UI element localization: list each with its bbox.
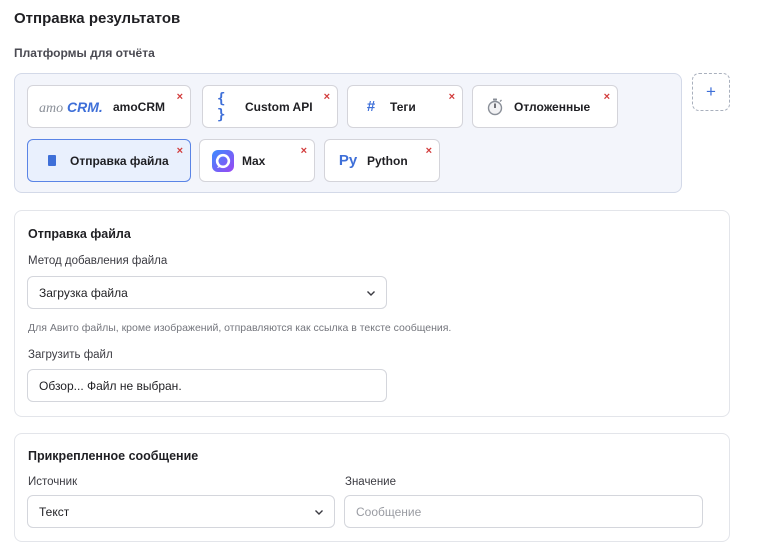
- platform-chip-label: Теги: [390, 99, 416, 114]
- file-icon: [47, 155, 57, 166]
- avito-hint: Для Авито файлы, кроме изображений, отпр…: [28, 322, 452, 334]
- remove-icon[interactable]: ×: [177, 146, 183, 157]
- platform-chip-max[interactable]: Max ×: [199, 139, 315, 182]
- method-select[interactable]: Загрузка файла: [27, 276, 387, 309]
- file-card-title: Отправка файла: [28, 227, 131, 241]
- file-upload-value: Обзор... Файл не выбран.: [39, 378, 182, 393]
- remove-icon[interactable]: ×: [324, 92, 330, 103]
- add-platform-button[interactable]: +: [692, 73, 730, 111]
- method-label: Метод добавления файла: [28, 255, 168, 267]
- platforms-container: amo CRM. amoCRM × { } Custom API × # Тег…: [14, 73, 682, 193]
- python-icon: Py: [338, 152, 358, 169]
- message-value-input[interactable]: Сообщение: [344, 495, 703, 528]
- chevron-down-icon: [314, 506, 324, 520]
- platform-chip-tags[interactable]: # Теги ×: [347, 85, 463, 128]
- message-card-title: Прикрепленное сообщение: [28, 449, 199, 463]
- platform-chip-label: Max: [242, 153, 266, 168]
- platform-chip-label: Custom API: [245, 99, 313, 114]
- message-value-placeholder: Сообщение: [356, 504, 422, 519]
- remove-icon[interactable]: ×: [426, 146, 432, 157]
- max-logo-icon: [211, 149, 235, 172]
- amocrm-logo-icon: amo CRM.: [39, 98, 107, 116]
- platform-chip-python[interactable]: Py Python ×: [324, 139, 440, 182]
- upload-label: Загрузить файл: [28, 349, 113, 361]
- remove-icon[interactable]: ×: [449, 92, 455, 103]
- source-select[interactable]: Текст: [27, 495, 335, 528]
- page-title: Отправка результатов: [14, 10, 181, 27]
- svg-text:amo: amo: [39, 101, 63, 116]
- source-label: Источник: [28, 476, 78, 488]
- stopwatch-icon: [485, 98, 505, 116]
- remove-icon[interactable]: ×: [177, 92, 183, 103]
- method-select-value: Загрузка файла: [39, 285, 128, 300]
- file-send-card: Отправка файла Метод добавления файла За…: [14, 210, 730, 417]
- remove-icon[interactable]: ×: [604, 92, 610, 103]
- value-label: Значение: [345, 476, 396, 488]
- platform-chip-custom-api[interactable]: { } Custom API ×: [202, 85, 338, 128]
- platform-chip-label: amoCRM: [113, 99, 166, 114]
- platforms-label: Платформы для отчёта: [14, 46, 155, 60]
- send-results-panel: Отправка результатов Платформы для отчёт…: [0, 0, 773, 557]
- platform-chip-label: Отложенные: [514, 99, 591, 114]
- chevron-down-icon: [366, 287, 376, 301]
- remove-icon[interactable]: ×: [301, 146, 307, 157]
- platform-chip-label: Python: [367, 153, 408, 168]
- file-upload-input[interactable]: Обзор... Файл не выбран.: [27, 369, 387, 402]
- attached-message-card: Прикрепленное сообщение Источник Текст З…: [14, 433, 730, 542]
- platform-chip-delayed[interactable]: Отложенные ×: [472, 85, 618, 128]
- hash-icon: #: [366, 98, 376, 115]
- source-select-value: Текст: [39, 504, 70, 519]
- platform-chip-file-send[interactable]: Отправка файла ×: [27, 139, 191, 182]
- platform-chip-amocrm[interactable]: amo CRM. amoCRM ×: [27, 85, 191, 128]
- platform-chip-label: Отправка файла: [70, 153, 169, 168]
- svg-text:CRM.: CRM.: [67, 99, 103, 115]
- braces-icon: { }: [217, 90, 226, 123]
